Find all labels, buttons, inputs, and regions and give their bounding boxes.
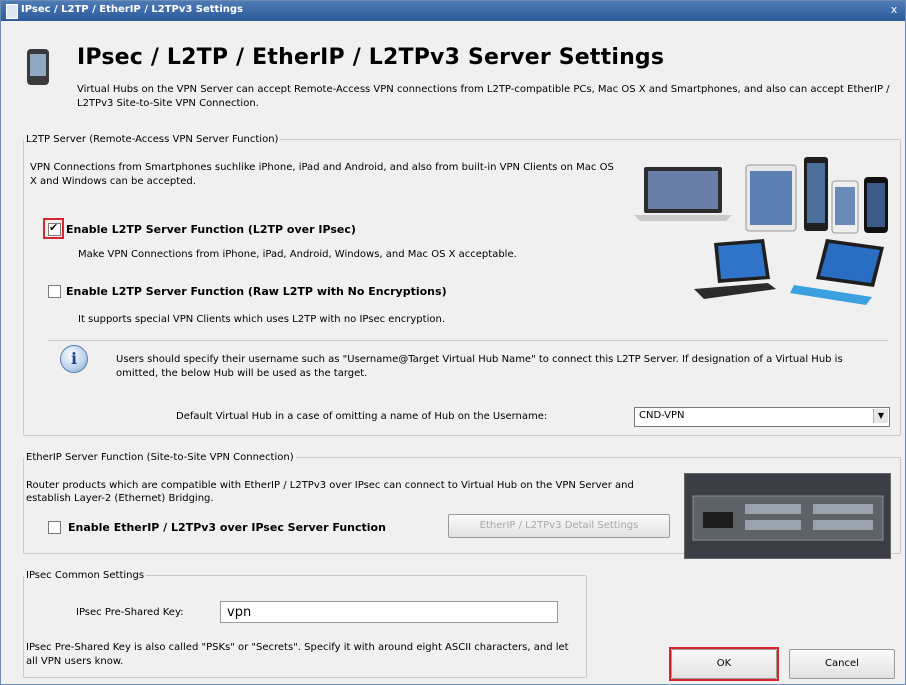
l2tp-raw-description: It supports special VPN Clients which us…: [78, 314, 445, 325]
ipsec-group-legend: IPsec Common Settings: [26, 570, 145, 581]
l2tp-ipsec-label[interactable]: Enable L2TP Server Function (L2TP over I…: [66, 223, 356, 236]
settings-dialog: IPsec / L2TP / EtherIP / L2TPv3 Settings…: [0, 0, 906, 685]
psk-note: IPsec Pre-Shared Key is also called "PSK…: [26, 642, 569, 667]
etherip-server-group: EtherIP Server Function (Site-to-Site VP…: [23, 452, 901, 559]
chevron-down-icon[interactable]: ▼: [873, 409, 888, 423]
page-description: Virtual Hubs on the VPN Server can accep…: [77, 84, 890, 109]
l2tp-raw-checkbox[interactable]: [48, 285, 61, 298]
l2tp-server-group: L2TP Server (Remote-Access VPN Server Fu…: [23, 134, 901, 436]
ipsec-common-group: IPsec Common Settings IPsec Pre-Shared K…: [23, 570, 587, 678]
username-info-text: Users should specify their username such…: [116, 354, 843, 379]
l2tp-ipsec-checkbox-highlight: [43, 218, 64, 239]
l2tp-intro-text: VPN Connections from Smartphones suchlik…: [30, 162, 614, 187]
psk-input[interactable]: vpn: [220, 601, 558, 623]
etherip-description: Router products which are compatible wit…: [26, 480, 634, 504]
window-title: IPsec / L2TP / EtherIP / L2TPv3 Settings: [21, 4, 243, 15]
smartphone-icon: [27, 49, 49, 85]
psk-label: IPsec Pre-Shared Key:: [76, 607, 184, 618]
etherip-checkbox-label[interactable]: Enable EtherIP / L2TPv3 over IPsec Serve…: [68, 521, 386, 534]
l2tp-separator: [48, 340, 888, 341]
app-icon: [6, 4, 18, 19]
info-icon: i: [60, 345, 88, 373]
page-title: IPsec / L2TP / EtherIP / L2TPv3 Server S…: [77, 45, 665, 70]
laptops-image: [694, 239, 884, 305]
close-icon[interactable]: x: [887, 3, 901, 17]
default-hub-value: CND-VPN: [639, 410, 685, 421]
default-hub-label: Default Virtual Hub in a case of omittin…: [176, 411, 548, 422]
default-hub-select[interactable]: CND-VPN ▼: [634, 407, 890, 427]
title-bar[interactable]: IPsec / L2TP / EtherIP / L2TPv3 Settings…: [1, 1, 905, 21]
router-image: [684, 473, 891, 559]
devices-image: [634, 157, 888, 234]
l2tp-ipsec-description: Make VPN Connections from iPhone, iPad, …: [78, 249, 517, 260]
l2tp-group-legend: L2TP Server (Remote-Access VPN Server Fu…: [26, 134, 279, 145]
cancel-button[interactable]: Cancel: [789, 649, 895, 679]
l2tp-raw-label[interactable]: Enable L2TP Server Function (Raw L2TP wi…: [66, 285, 447, 298]
ok-button-highlight: [669, 647, 779, 681]
etherip-checkbox[interactable]: [48, 521, 61, 534]
etherip-group-legend: EtherIP Server Function (Site-to-Site VP…: [26, 452, 294, 463]
etherip-detail-settings-button[interactable]: EtherIP / L2TPv3 Detail Settings: [448, 514, 670, 538]
